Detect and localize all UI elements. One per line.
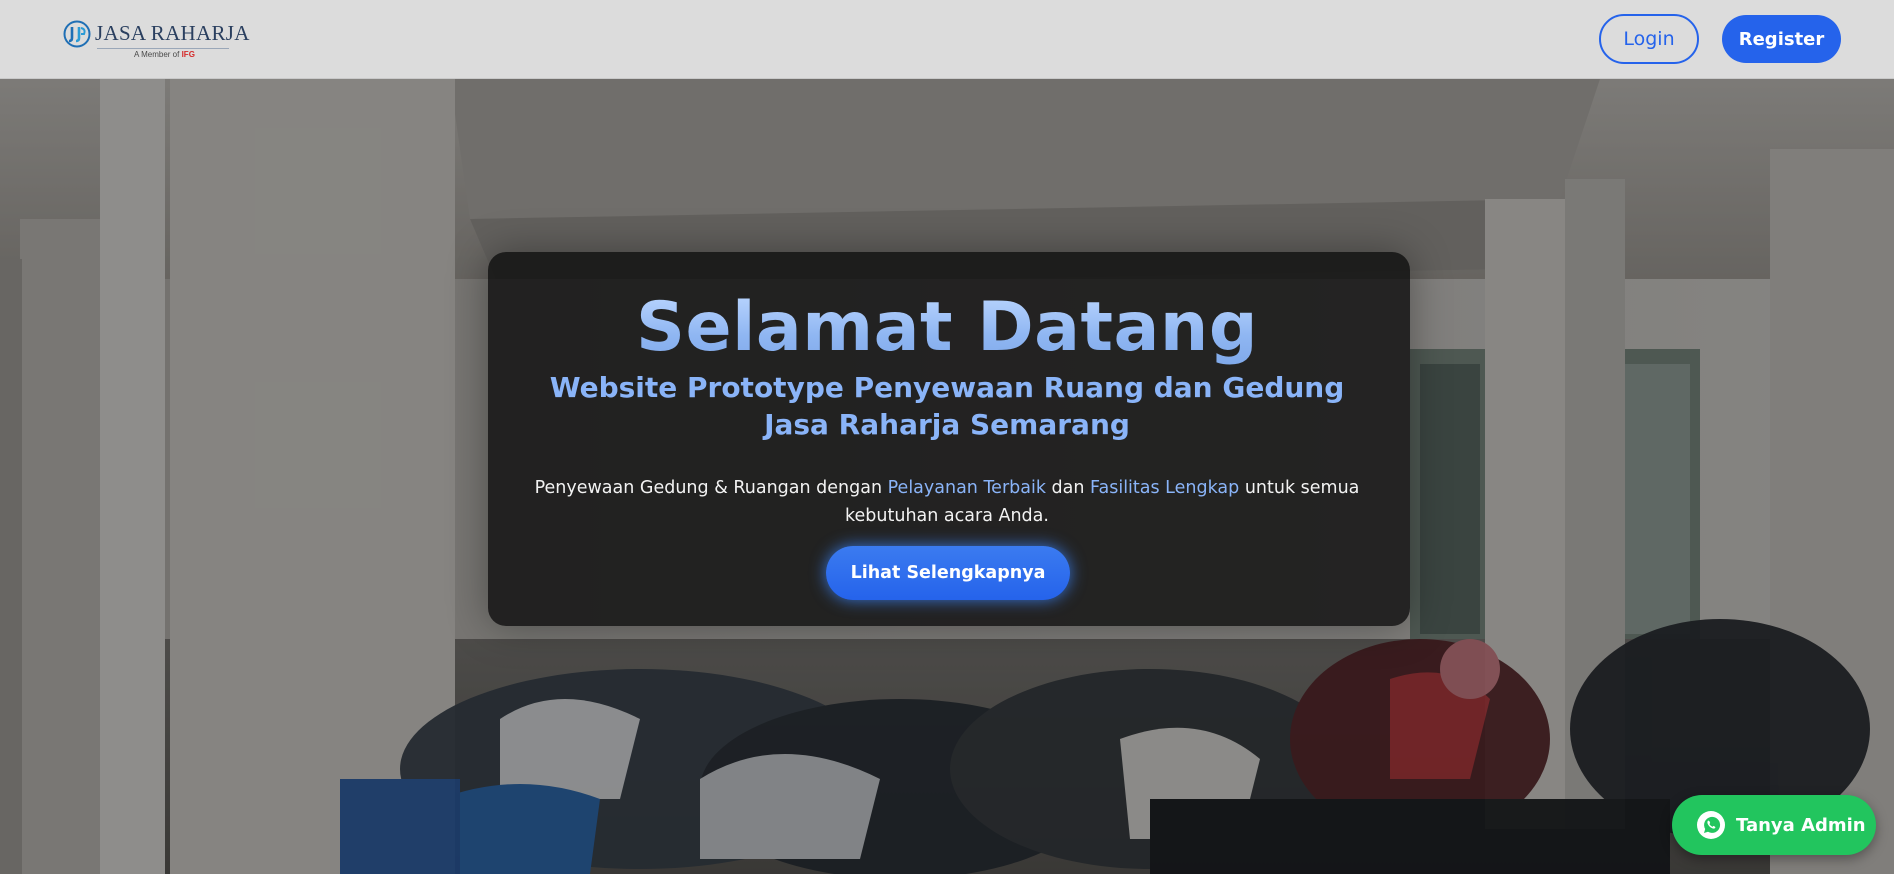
logo-tagline-brand: IFG	[181, 50, 195, 59]
hero-description-line-2: kebutuhan acara Anda.	[845, 506, 1049, 526]
desc-highlight-facilities: Fasilitas Lengkap	[1090, 478, 1240, 498]
see-more-button[interactable]: Lihat Selengkapnya	[826, 546, 1070, 600]
whatsapp-icon	[1697, 811, 1725, 839]
brand-logo[interactable]: JASA RAHARJA A Member of IFG	[63, 18, 263, 62]
logo-divider	[97, 48, 229, 49]
logo-tagline-prefix: A Member of	[134, 50, 182, 59]
desc-text-2: dan	[1045, 478, 1091, 498]
login-button[interactable]: Login	[1599, 14, 1699, 64]
desc-highlight-service: Pelayanan Terbaik	[887, 478, 1046, 498]
navbar: JASA RAHARJA A Member of IFG Login Regis…	[0, 0, 1894, 79]
logo-tagline: A Member of IFG	[134, 50, 195, 59]
jasa-raharja-logo-icon	[63, 20, 91, 48]
hero-subtitle-line-2: Jasa Raharja Semarang	[764, 408, 1130, 441]
ask-admin-whatsapp-button[interactable]: Tanya Admin	[1672, 795, 1876, 855]
hero-description-line-1: Penyewaan Gedung & Ruangan dengan Pelaya…	[0, 474, 1894, 502]
hero-subtitle: Website Prototype Penyewaan Ruang dan Ge…	[0, 369, 1894, 443]
register-button[interactable]: Register	[1722, 15, 1841, 63]
hero-subtitle-line-1: Website Prototype Penyewaan Ruang dan Ge…	[549, 371, 1345, 404]
hero-description: Penyewaan Gedung & Ruangan dengan Pelaya…	[0, 474, 1894, 530]
desc-text-3: untuk semua	[1239, 478, 1360, 498]
hero-title: Selamat Datang	[0, 290, 1894, 366]
desc-text-1: Penyewaan Gedung & Ruangan dengan	[534, 478, 888, 498]
ask-admin-label: Tanya Admin	[1736, 814, 1866, 836]
logo-text: JASA RAHARJA	[95, 21, 250, 45]
